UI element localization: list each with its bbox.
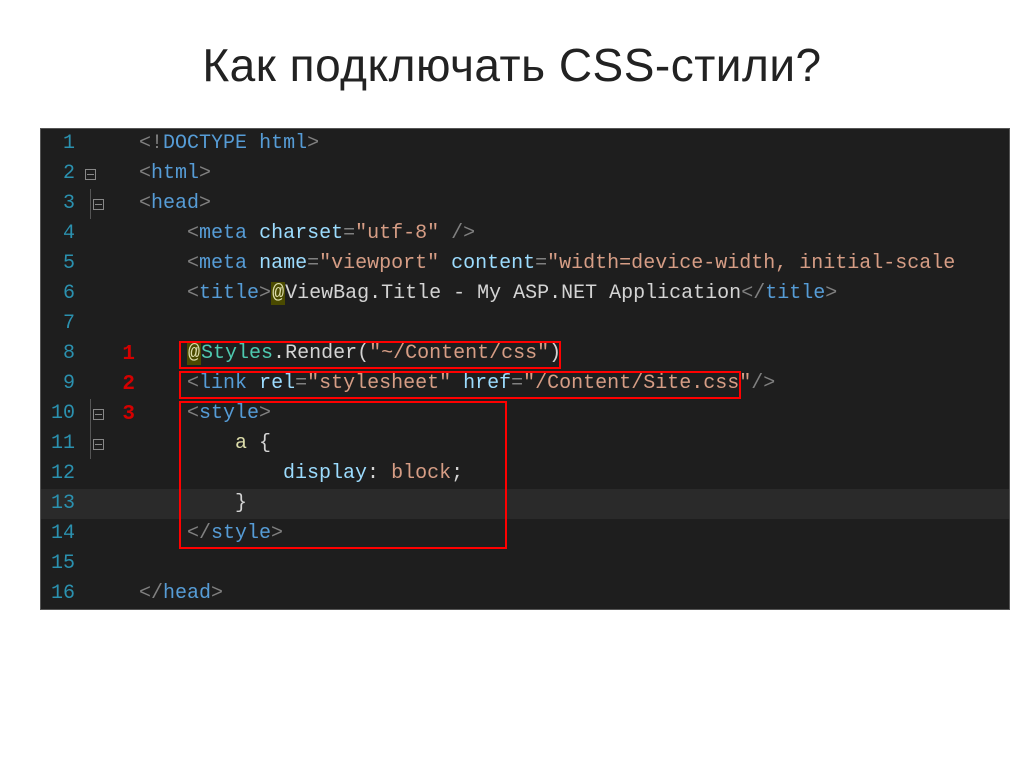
- code-text: @Styles.Render("~/Content/css"): [139, 339, 561, 369]
- code-text: }: [139, 489, 247, 519]
- slide: Как подключать CSS-стили? 1 <!DOCTYPE ht…: [0, 0, 1024, 767]
- code-line: 1 <!DOCTYPE html>: [41, 129, 1009, 159]
- code-text: <html>: [139, 159, 211, 189]
- code-text: <style>: [139, 399, 271, 429]
- code-line: 2 <html>: [41, 159, 1009, 189]
- code-line: 12 display: block;: [41, 459, 1009, 489]
- code-text: <meta charset="utf-8" />: [139, 219, 475, 249]
- line-number: 11: [41, 429, 83, 459]
- code-text: </style>: [139, 519, 283, 549]
- slide-title: Как подключать CSS-стили?: [0, 38, 1024, 92]
- code-line: 14 </style>: [41, 519, 1009, 549]
- code-line: 13 }: [41, 489, 1009, 519]
- code-line: 5 <meta name="viewport" content="width=d…: [41, 249, 1009, 279]
- line-number: 14: [41, 519, 83, 549]
- fold-minus-icon[interactable]: [85, 169, 96, 180]
- line-number: 10: [41, 399, 83, 429]
- fold-gutter: [83, 399, 107, 429]
- code-text: <link rel="stylesheet" href="/Content/Si…: [139, 369, 775, 399]
- code-line: 16 </head>: [41, 579, 1009, 609]
- line-number: 8: [41, 339, 83, 369]
- line-number: 15: [41, 549, 83, 579]
- code-line: 9 2 <link rel="stylesheet" href="/Conten…: [41, 369, 1009, 399]
- code-line: 8 1 @Styles.Render("~/Content/css"): [41, 339, 1009, 369]
- line-number: 3: [41, 189, 83, 219]
- line-number: 2: [41, 159, 83, 189]
- line-number: 7: [41, 309, 83, 339]
- fold-minus-icon[interactable]: [93, 439, 104, 450]
- code-text: </head>: [139, 579, 223, 609]
- code-line: 11 a {: [41, 429, 1009, 459]
- fold-minus-icon[interactable]: [93, 409, 104, 420]
- code-text: <meta name="viewport" content="width=dev…: [139, 249, 955, 279]
- code-line: 15: [41, 549, 1009, 579]
- code-line: 6 <title>@ViewBag.Title - My ASP.NET App…: [41, 279, 1009, 309]
- code-line: 4 <meta charset="utf-8" />: [41, 219, 1009, 249]
- code-line: 7: [41, 309, 1009, 339]
- line-number: 12: [41, 459, 83, 489]
- code-text: a {: [139, 429, 271, 459]
- annotation-2: 2: [113, 369, 139, 401]
- line-number: 16: [41, 579, 83, 609]
- code-editor: 1 <!DOCTYPE html> 2 <html> 3 <head> 4: [40, 128, 1010, 610]
- fold-minus-icon[interactable]: [93, 199, 104, 210]
- line-number: 9: [41, 369, 83, 399]
- line-number: 4: [41, 219, 83, 249]
- code-text: <head>: [139, 189, 211, 219]
- code-text: display: block;: [139, 459, 463, 489]
- line-number: 1: [41, 129, 83, 159]
- code-text: <!DOCTYPE html>: [139, 129, 319, 159]
- line-number: 6: [41, 279, 83, 309]
- fold-gutter: [83, 189, 107, 219]
- code-text: <title>@ViewBag.Title - My ASP.NET Appli…: [139, 279, 837, 309]
- code-line: 3 <head>: [41, 189, 1009, 219]
- line-number: 13: [41, 489, 83, 519]
- fold-gutter: [83, 159, 107, 189]
- line-number: 5: [41, 249, 83, 279]
- code-line: 10 3 <style>: [41, 399, 1009, 429]
- fold-gutter: [83, 429, 107, 459]
- annotation-1: 1: [113, 339, 139, 371]
- annotation-3: 3: [113, 399, 139, 431]
